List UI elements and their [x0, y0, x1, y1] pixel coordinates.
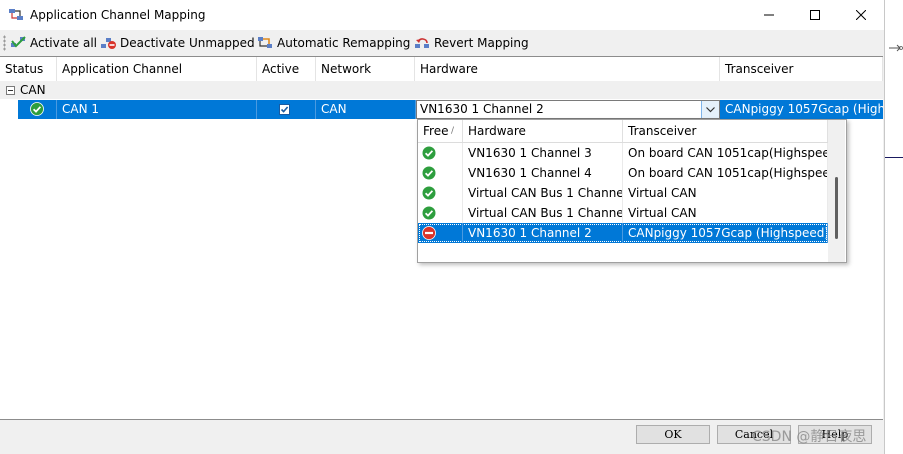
- deactivate-unmapped-button[interactable]: Deactivate Unmapped: [100, 33, 255, 53]
- revert-mapping-icon: [415, 38, 429, 48]
- list-item-selected[interactable]: VN1630 1 Channel 2 CANpiggy 1057Gcap (Hi…: [418, 223, 828, 243]
- minimize-button[interactable]: [746, 0, 792, 30]
- collapse-icon[interactable]: [6, 86, 15, 95]
- deactivate-unmapped-icon: [101, 38, 116, 49]
- deactivate-unmapped-label: Deactivate Unmapped: [120, 36, 255, 50]
- help-button[interactable]: Help: [798, 425, 872, 444]
- title-bar: Application Channel Mapping: [0, 0, 884, 30]
- dropdown-column-free-label: Free: [423, 124, 449, 138]
- free-cell: [418, 183, 463, 203]
- hardware-cell: Virtual CAN Bus 1 Channel 1: [463, 183, 623, 203]
- grid-header: Status Application Channel Active Networ…: [0, 57, 883, 82]
- automatic-remapping-icon: [258, 37, 272, 48]
- toolbar: Activate all Deactivate Unmapped Automat…: [0, 30, 884, 56]
- list-item[interactable]: VN1630 1 Channel 3 On board CAN 1051cap(…: [418, 143, 828, 163]
- column-header-transceiver[interactable]: Transceiver: [720, 57, 883, 81]
- dropdown-column-free[interactable]: Free /: [418, 120, 463, 142]
- dropdown-scrollbar[interactable]: [828, 120, 845, 262]
- application-channel-cell: CAN 1: [57, 100, 257, 119]
- hardware-dropdown-list: Free / Hardware Transceiver VN1630 1 Cha…: [417, 119, 847, 263]
- revert-mapping-button[interactable]: Revert Mapping: [414, 33, 529, 53]
- cancel-button[interactable]: Cancel: [717, 425, 791, 444]
- background-divider: [885, 157, 903, 158]
- column-header-status[interactable]: Status: [0, 57, 57, 81]
- channel-mapping-app-icon: [9, 9, 23, 20]
- list-item[interactable]: Virtual CAN Bus 1 Channel 1 Virtual CAN: [418, 183, 828, 203]
- in-use-stop-icon: [422, 226, 436, 240]
- window-title: Application Channel Mapping: [30, 8, 206, 22]
- close-button[interactable]: [838, 0, 884, 30]
- maximize-button[interactable]: [792, 0, 838, 30]
- transceiver-cell: CANpiggy 1057Gcap (High...: [725, 102, 883, 116]
- ok-status-icon: [422, 146, 436, 160]
- ok-status-icon: [422, 206, 436, 220]
- active-cell: [257, 100, 316, 119]
- ok-button[interactable]: OK: [636, 425, 710, 444]
- active-checkbox[interactable]: [279, 104, 290, 115]
- free-cell: [418, 163, 463, 183]
- transceiver-cell: Virtual CAN: [623, 183, 828, 203]
- activate-all-button[interactable]: Activate all: [10, 33, 97, 53]
- transceiver-cell: Virtual CAN: [623, 203, 828, 223]
- automatic-remapping-label: Automatic Remapping: [277, 36, 411, 50]
- network-cell: CAN: [316, 100, 416, 119]
- hardware-dropdown-button[interactable]: [701, 101, 719, 118]
- ok-status-icon: [30, 102, 44, 116]
- scrollbar-thumb[interactable]: [835, 177, 838, 239]
- dropdown-column-transceiver[interactable]: Transceiver: [623, 120, 828, 142]
- toolbar-grip[interactable]: [3, 35, 6, 51]
- hardware-cell: VN1630 1 Channel 3: [463, 143, 623, 163]
- application-channel-mapping-window: Application Channel Mapping Activate all: [0, 0, 885, 454]
- free-cell: [418, 223, 463, 243]
- free-cell: [418, 143, 463, 163]
- hardware-combobox[interactable]: VN1630 1 Channel 2: [416, 100, 720, 119]
- column-header-hardware[interactable]: Hardware: [415, 57, 720, 81]
- minimize-icon: [764, 14, 774, 16]
- transceiver-cell: On board CAN 1051cap(Highspeed): [623, 163, 828, 183]
- activate-all-icon: [11, 36, 26, 48]
- close-icon: [856, 10, 866, 20]
- revert-mapping-label: Revert Mapping: [434, 36, 529, 50]
- table-row[interactable]: CAN 1 CAN VN1630 1 Channel 2 CANpiggy 10…: [18, 100, 883, 119]
- free-cell: [418, 203, 463, 223]
- ok-status-icon: [422, 166, 436, 180]
- group-row-can[interactable]: CAN: [0, 81, 883, 99]
- status-cell: [18, 100, 57, 119]
- hardware-combobox-value: VN1630 1 Channel 2: [420, 102, 544, 116]
- transceiver-cell: On board CAN 1051cap(Highspeed): [623, 143, 828, 163]
- chevron-down-icon: [706, 106, 715, 112]
- list-item[interactable]: VN1630 1 Channel 4 On board CAN 1051cap(…: [418, 163, 828, 183]
- transceiver-cell: CANpiggy 1057Gcap (Highspeed): [623, 223, 828, 243]
- automatic-remapping-button[interactable]: Automatic Remapping: [257, 33, 410, 53]
- background-app-area: [885, 0, 903, 454]
- hardware-cell: VN1630 1 Channel 4: [463, 163, 623, 183]
- hardware-cell: Virtual CAN Bus 1 Channel 2: [463, 203, 623, 223]
- group-label: CAN: [20, 83, 46, 97]
- hardware-cell: VN1630 1 Channel 2: [463, 223, 623, 243]
- dropdown-header: Free / Hardware Transceiver: [418, 120, 828, 143]
- column-header-network[interactable]: Network: [316, 57, 415, 81]
- list-item[interactable]: Virtual CAN Bus 1 Channel 2 Virtual CAN: [418, 203, 828, 223]
- sort-indicator-icon: /: [451, 126, 455, 136]
- column-header-active[interactable]: Active: [257, 57, 316, 81]
- dropdown-column-hardware[interactable]: Hardware: [463, 120, 623, 142]
- ok-status-icon: [422, 186, 436, 200]
- background-arrow-icon: [889, 44, 903, 52]
- checkmark-icon: [280, 106, 289, 113]
- column-header-application-channel[interactable]: Application Channel: [57, 57, 257, 81]
- activate-all-label: Activate all: [30, 36, 98, 50]
- maximize-icon: [810, 10, 820, 20]
